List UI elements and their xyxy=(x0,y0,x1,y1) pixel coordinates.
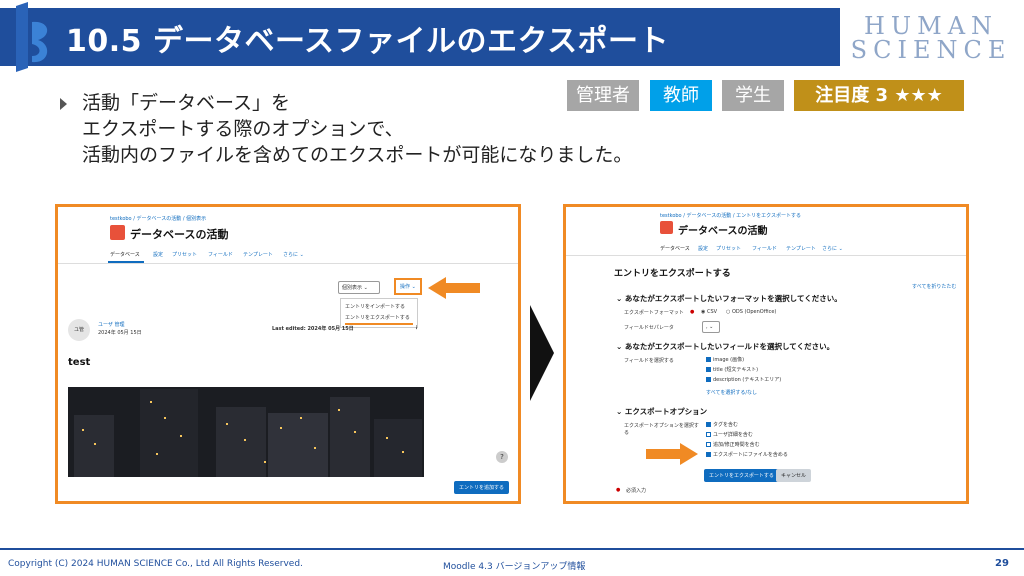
option-time-checkbox[interactable]: 追加/修正時間を含む xyxy=(706,441,760,448)
screenshot-after: testkobo / データベースの活動 / エントリをエクスポートする データ… xyxy=(563,204,969,504)
nav-divider xyxy=(58,263,518,264)
tag-admin: 管理者 xyxy=(567,80,639,111)
next-arrow-icon xyxy=(530,305,554,401)
brand-line-2: SCIENCE xyxy=(850,36,1012,64)
bullet-text: 活動「データベース」を エクスポートする際のオプションで、 活動内のファイルを含… xyxy=(82,90,632,168)
bullet-line: エクスポートする際のオプションで、 xyxy=(82,118,404,140)
option-label: 追加/修正時間を含む xyxy=(713,442,760,448)
orange-arrow-icon xyxy=(646,443,698,465)
database-icon xyxy=(660,221,673,234)
tab-settings[interactable]: 設定 xyxy=(698,245,708,252)
tab-templates[interactable]: テンプレート xyxy=(786,245,816,252)
bullet-line: 活動内のファイルを含めてのエクスポートが可能になりました。 xyxy=(82,144,633,166)
actions-menu: エントリをインポートする エントリをエクスポートする xyxy=(340,298,418,328)
activity-title: データベースの活動 xyxy=(130,228,229,241)
tab-presets[interactable]: プリセット xyxy=(716,245,741,252)
page-number: 29 xyxy=(995,558,1009,569)
slide-title: 10.5 データベースファイルのエクスポート xyxy=(66,24,670,59)
entry-title: test xyxy=(68,357,91,368)
kebab-menu-icon[interactable]: ⋮ xyxy=(414,325,419,331)
bullet-arrow-icon xyxy=(60,98,67,110)
slide-header: 10.5 データベースファイルのエクスポート HUMAN SCIENCE xyxy=(0,0,1024,72)
hs-logo-icon xyxy=(16,2,48,72)
tag-teacher: 教師 xyxy=(650,80,712,111)
user-name-link[interactable]: ユーザ 管理 xyxy=(98,321,125,328)
section-options-title: エクスポートオプション xyxy=(624,407,708,416)
tab-database[interactable]: データベース xyxy=(660,245,690,252)
select-all-link[interactable]: すべてを選択する/なし xyxy=(706,389,757,396)
orange-arrow-icon xyxy=(428,277,480,299)
page-heading: エントリをエクスポートする xyxy=(614,269,731,279)
breadcrumb[interactable]: testkobo / データベースの活動 / 個別表示 xyxy=(110,215,206,222)
options-label: エクスポートオプションを選択する xyxy=(624,423,699,436)
field-label: title (短文テキスト) xyxy=(713,367,759,373)
tag-attention: 注目度 3 ★★★ xyxy=(794,80,964,111)
section-options-heading[interactable]: ⌄ エクスポートオプション xyxy=(616,406,707,417)
format-csv-radio[interactable]: ◉ CSV xyxy=(701,309,717,315)
option-include-files-checkbox[interactable]: エクスポートにファイルを含める xyxy=(706,451,788,458)
field-checkbox[interactable]: title (短文テキスト) xyxy=(706,366,758,373)
menu-item-export[interactable]: エントリをエクスポートする xyxy=(345,312,413,325)
avatar: ユ管 xyxy=(68,319,90,341)
required-note: 必須入力 xyxy=(626,488,647,494)
required-icon: ● xyxy=(690,309,695,315)
tab-settings[interactable]: 設定 xyxy=(153,251,163,258)
section-fields-title: あなたがエクスポートしたいフィールドを選択してください。 xyxy=(624,342,835,351)
section-format-heading[interactable]: ⌄ あなたがエクスポートしたいフォーマットを選択してください。 xyxy=(616,293,842,304)
footer-subtitle: Moodle 4.3 バージョンアップ情報 xyxy=(443,562,586,572)
tab-fields[interactable]: フィールド xyxy=(208,251,233,258)
field-checkbox[interactable]: image (画像) xyxy=(706,356,744,363)
screenshot-before: testkobo / データベースの活動 / 個別表示 データベースの活動 デー… xyxy=(55,204,521,504)
footer-copyright: Copyright (C) 2024 HUMAN SCIENCE Co., Lt… xyxy=(8,559,303,569)
separator-select[interactable]: , ⌄ xyxy=(702,321,720,333)
nav-divider xyxy=(566,255,966,256)
help-button[interactable]: ? xyxy=(496,451,508,463)
separator-select-value: , xyxy=(706,324,708,330)
menu-item-import[interactable]: エントリをインポートする xyxy=(345,301,413,312)
user-date: 2024年 05月 15日 xyxy=(98,330,142,336)
format-ods-label: ODS (OpenOffice) xyxy=(731,309,777,315)
collapse-all-link[interactable]: すべてを折りたたむ xyxy=(912,283,956,290)
actions-button[interactable]: 操作 ⌄ xyxy=(394,278,422,295)
breadcrumb[interactable]: testkobo / データベースの活動 / エントリをエクスポートする xyxy=(660,212,801,219)
view-select-value: 個別表示 xyxy=(342,285,363,291)
section-fields-heading[interactable]: ⌄ あなたがエクスポートしたいフィールドを選択してください。 xyxy=(616,341,834,352)
view-select[interactable]: 個別表示 ⌄ xyxy=(338,281,380,294)
tab-fields[interactable]: フィールド xyxy=(752,245,777,252)
option-label: ユーザ詳細を含む xyxy=(713,432,753,438)
format-ods-radio[interactable]: ○ ODS (OpenOffice) xyxy=(726,309,776,315)
field-label: image (画像) xyxy=(713,357,745,363)
activity-title: データベースの活動 xyxy=(678,226,768,237)
tab-more[interactable]: さらに ⌄ xyxy=(822,245,843,252)
export-entries-button[interactable]: エントリをエクスポートする xyxy=(704,469,779,482)
option-label: タグを含む xyxy=(713,422,739,428)
brand-line-1: HUMAN xyxy=(863,12,999,40)
last-edited: Last edited: 2024年 05月 15日 xyxy=(272,326,354,332)
database-icon xyxy=(110,225,125,240)
option-tags-checkbox[interactable]: タグを含む xyxy=(706,421,738,428)
bullet-line: 活動「データベース」を xyxy=(82,92,291,114)
option-label: エクスポートにファイルを含める xyxy=(713,452,788,458)
separator-label: フィールドセパレータ xyxy=(624,325,674,331)
field-checkbox[interactable]: description (テキストエリア) xyxy=(706,376,781,383)
tab-database[interactable]: データベース xyxy=(110,251,140,258)
fields-label: フィールドを選択する xyxy=(624,358,674,364)
footer-divider xyxy=(0,548,1024,550)
tab-presets[interactable]: プリセット xyxy=(172,251,197,258)
tab-templates[interactable]: テンプレート xyxy=(243,251,273,258)
field-label: description (テキストエリア) xyxy=(713,377,782,383)
cancel-button[interactable]: キャンセル xyxy=(776,469,812,482)
export-format-label: エクスポートフォーマット xyxy=(624,310,684,316)
section-format-title: あなたがエクスポートしたいフォーマットを選択してください。 xyxy=(624,294,842,303)
add-entry-button[interactable]: エントリを追加する xyxy=(454,481,510,494)
format-csv-label: CSV xyxy=(706,309,718,315)
brand-logo: HUMAN SCIENCE xyxy=(846,14,1016,62)
entry-image xyxy=(68,387,424,477)
tag-student: 学生 xyxy=(722,80,784,111)
tab-more[interactable]: さらに ⌄ xyxy=(283,251,304,258)
option-user-details-checkbox[interactable]: ユーザ詳細を含む xyxy=(706,431,753,438)
required-icon: ● xyxy=(616,487,621,493)
